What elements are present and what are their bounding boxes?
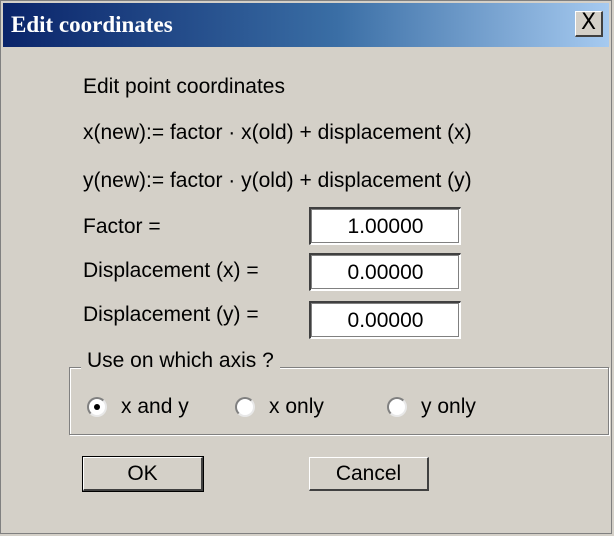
radio-x-only[interactable]: x only [235, 395, 324, 419]
close-button[interactable]: X [575, 11, 603, 37]
radio-unchecked-icon [235, 397, 255, 417]
ok-button[interactable]: OK [82, 456, 204, 492]
edit-coordinates-dialog: Edit coordinates X Edit point coordinate… [0, 0, 612, 534]
dialog-heading: Edit point coordinates [83, 75, 285, 98]
radio-x-and-y[interactable]: x and y [87, 395, 189, 419]
cancel-button-label: Cancel [335, 462, 402, 485]
displacement-x-label: Displacement (x) = [83, 259, 259, 282]
radio-unchecked-icon [387, 397, 407, 417]
close-icon: X [580, 10, 597, 35]
factor-input[interactable] [309, 207, 461, 245]
axis-group-legend: Use on which axis ? [81, 349, 280, 373]
dialog-title: Edit coordinates [11, 12, 173, 37]
radio-checked-icon [87, 397, 107, 417]
factor-label: Factor = [83, 215, 161, 238]
displacement-y-input[interactable] [309, 301, 461, 339]
radio-x-and-y-label: x and y [121, 395, 189, 418]
title-bar: Edit coordinates X [3, 3, 609, 47]
radio-x-only-label: x only [269, 395, 324, 418]
formula-x: x(new):= factor · x(old) + displacement … [83, 121, 472, 144]
formula-y: y(new):= factor · y(old) + displacement … [83, 169, 472, 192]
cancel-button[interactable]: Cancel [309, 457, 429, 491]
displacement-x-input[interactable] [309, 253, 461, 291]
radio-y-only-label: y only [421, 395, 476, 418]
displacement-y-label: Displacement (y) = [83, 303, 259, 326]
ok-button-label: OK [127, 462, 158, 485]
radio-y-only[interactable]: y only [387, 395, 476, 419]
